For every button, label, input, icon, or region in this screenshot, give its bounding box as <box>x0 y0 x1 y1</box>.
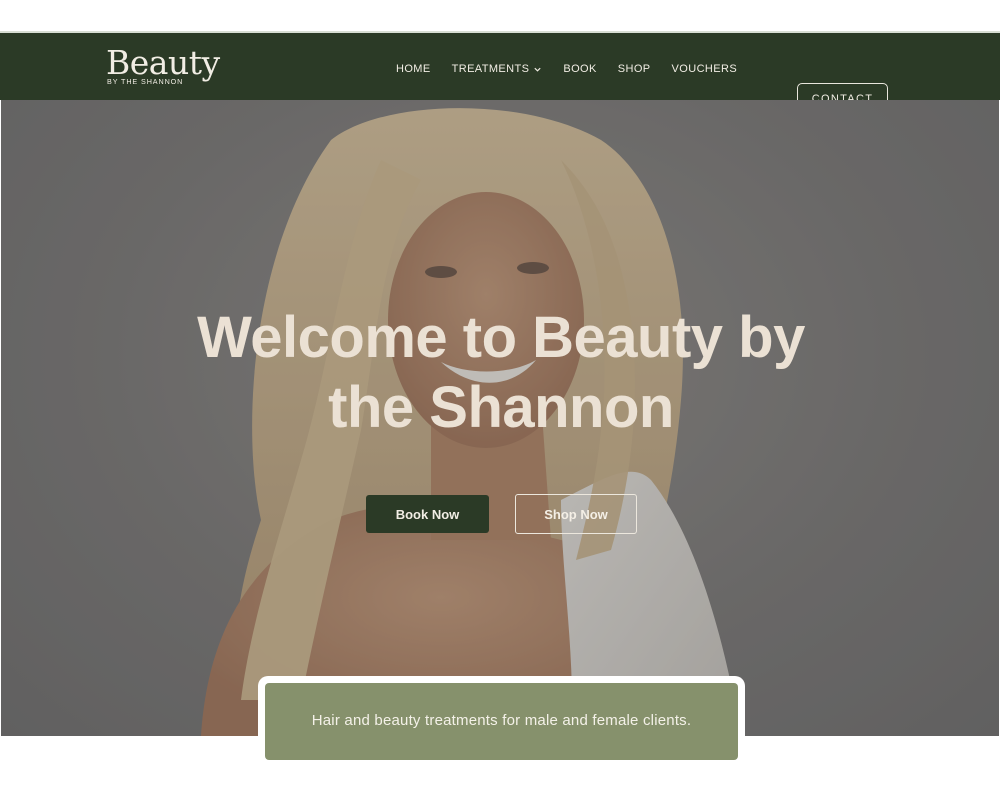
site-logo[interactable]: Beauty BY THE SHANNON <box>106 43 220 88</box>
hero-title-line-1: Welcome to Beauty by <box>197 305 805 370</box>
top-whitespace <box>0 0 1000 31</box>
nav-item-book[interactable]: BOOK <box>563 63 596 75</box>
hero-title: Welcome to Beauty by the Shannon <box>181 303 821 443</box>
tagline-card: Hair and beauty treatments for male and … <box>258 676 745 766</box>
nav-item-shop[interactable]: SHOP <box>618 63 651 75</box>
hero-section: Welcome to Beauty by the Shannon <box>1 100 999 736</box>
chevron-down-icon <box>534 67 541 72</box>
nav-item-label: HOME <box>396 63 431 75</box>
main-nav: HOME TREATMENTS BOOK SHOP VOUCHERS <box>396 62 758 76</box>
nav-item-label: SHOP <box>617 63 651 75</box>
nav-item-label: VOUCHERS <box>671 63 738 75</box>
tagline-panel: Hair and beauty treatments for male and … <box>265 683 738 760</box>
book-now-button[interactable]: Book Now <box>366 495 489 533</box>
nav-item-vouchers[interactable]: VOUCHERS <box>672 63 738 75</box>
site-header: Beauty BY THE SHANNON HOME TREATMENTS BO… <box>0 31 1000 114</box>
hero-title-line-2: the Shannon <box>328 375 674 440</box>
nav-item-label: TREATMENTS <box>451 63 530 75</box>
nav-item-home[interactable]: HOME <box>396 63 431 75</box>
shop-now-button[interactable]: Shop Now <box>515 494 637 534</box>
nav-item-treatments[interactable]: TREATMENTS <box>452 63 543 75</box>
tagline-text: Hair and beauty treatments for male and … <box>311 712 692 729</box>
logo-wordmark: Beauty <box>106 43 220 82</box>
nav-item-label: BOOK <box>563 63 597 75</box>
